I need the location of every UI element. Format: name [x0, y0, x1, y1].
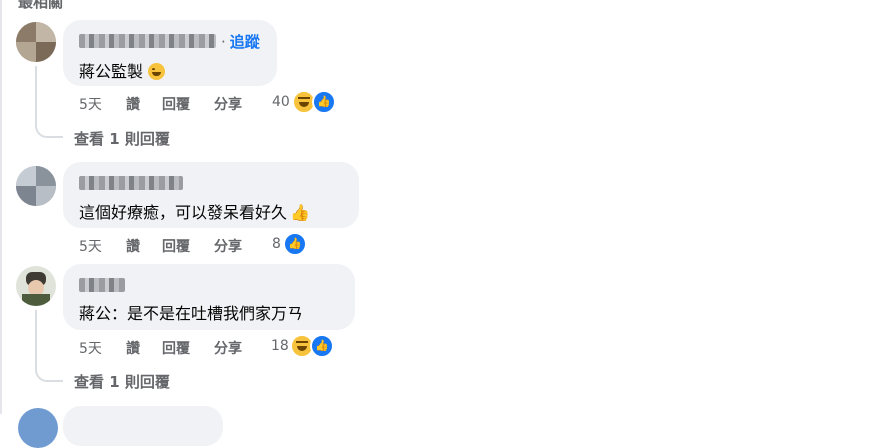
comment-actions: 5天 讚 回覆 分享 — [79, 236, 279, 256]
thread-line — [35, 66, 37, 122]
timestamp[interactable]: 5天 — [79, 94, 102, 114]
comment-bubble: · 追蹤 蔣公監製 — [63, 20, 277, 86]
reaction-count[interactable]: 40 — [272, 94, 290, 110]
laughing-face-icon — [148, 63, 166, 80]
comment-bubble — [63, 406, 223, 446]
reply-action[interactable]: 回覆 — [162, 338, 190, 358]
comment-text: 蔣公：是不是在吐槽我們家万ㄢ — [79, 304, 304, 323]
commenter-name-blurred[interactable] — [79, 278, 125, 292]
avatar[interactable] — [16, 166, 56, 206]
comment-text: 這個好療癒，可以發呆看好久 👍 — [79, 199, 310, 223]
like-reaction-icon: 👍 — [312, 90, 336, 114]
reaction-icons[interactable]: 👍 — [290, 334, 336, 358]
reply-action[interactable]: 回覆 — [162, 236, 190, 256]
avatar[interactable] — [16, 22, 56, 62]
thread-curve — [35, 366, 63, 382]
commenter-name-blurred[interactable] — [79, 176, 183, 190]
timestamp[interactable]: 5天 — [79, 338, 102, 358]
comment-bubble: 這個好療癒，可以發呆看好久 👍 — [63, 162, 359, 228]
like-action[interactable]: 讚 — [126, 236, 140, 256]
view-replies-link[interactable]: 查看 1 則回覆 — [74, 371, 170, 392]
comment-text: 蔣公監製 — [79, 58, 166, 82]
view-replies-link[interactable]: 查看 1 則回覆 — [74, 128, 170, 149]
left-edge — [0, 0, 2, 414]
comment-actions: 5天 讚 回覆 分享 — [79, 338, 279, 358]
comment-bubble: 蔣公：是不是在吐槽我們家万ㄢ — [63, 264, 355, 330]
follow-link[interactable]: · 追蹤 — [221, 31, 260, 52]
avatar[interactable] — [16, 266, 56, 306]
reaction-icons[interactable]: 👍 — [283, 232, 309, 256]
avatar[interactable] — [18, 408, 58, 448]
commenter-name-blurred[interactable] — [79, 34, 216, 48]
reaction-icons[interactable]: 👍 — [292, 90, 338, 114]
share-action[interactable]: 分享 — [214, 338, 242, 358]
reply-action[interactable]: 回覆 — [162, 94, 190, 114]
reaction-count[interactable]: 8 — [272, 236, 281, 252]
like-action[interactable]: 讚 — [126, 338, 140, 358]
timestamp[interactable]: 5天 — [79, 236, 102, 256]
follow-label[interactable]: 追蹤 — [230, 33, 260, 51]
like-reaction-icon: 👍 — [310, 334, 334, 358]
reaction-count[interactable]: 18 — [271, 338, 289, 354]
comment-text-content: 蔣公監製 — [79, 62, 144, 81]
thread-curve — [35, 122, 63, 138]
share-action[interactable]: 分享 — [214, 94, 242, 114]
comment-text-content: 這個好療癒，可以發呆看好久 — [79, 203, 288, 222]
share-action[interactable]: 分享 — [214, 236, 242, 256]
thumbs-up-icon: 👍 — [290, 203, 310, 222]
like-action[interactable]: 讚 — [126, 94, 140, 114]
comment-actions: 5天 讚 回覆 分享 — [79, 94, 279, 114]
thread-line — [35, 310, 37, 366]
sort-label[interactable]: 最相關 — [18, 0, 63, 12]
like-reaction-icon: 👍 — [283, 232, 307, 256]
